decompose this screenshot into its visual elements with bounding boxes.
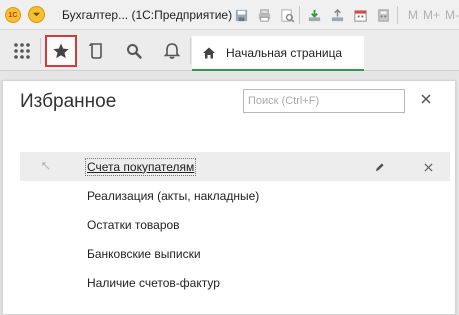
list-item-label[interactable]: Счета покупателям <box>84 157 197 176</box>
list-item[interactable]: Счета покупателям <box>20 152 450 181</box>
calendar-button[interactable] <box>352 7 368 23</box>
upload-icon <box>331 8 343 21</box>
favorites-panel: Избранное Счета покупателям Реализация (… <box>2 80 456 315</box>
printer-icon <box>258 8 270 22</box>
pin-button[interactable] <box>40 160 52 172</box>
toolbar-divider <box>397 6 398 24</box>
memory-minus-button[interactable]: M- <box>445 8 459 22</box>
list-item[interactable]: Реализация (акты, накладные) <box>20 181 450 210</box>
pencil-icon <box>375 162 384 171</box>
window-title: Бухгалтер... (1С:Предприятие) <box>62 8 233 22</box>
list-item[interactable]: Наличие счетов-фактур <box>20 268 450 297</box>
list-item-label[interactable]: Наличие счетов-фактур <box>87 276 220 290</box>
chevron-down-icon <box>32 12 41 17</box>
list-item-label[interactable]: Банковские выписки <box>87 247 201 261</box>
memory-plus-button[interactable]: M+ <box>423 8 440 22</box>
preview-icon <box>280 8 295 23</box>
section-toolbar: Начальная страница <box>0 30 459 71</box>
list-item-label[interactable]: Остатки товаров <box>87 218 180 232</box>
bell-icon <box>163 43 181 59</box>
calculator-icon <box>377 8 389 22</box>
calendar-icon <box>353 9 367 22</box>
search-button[interactable] <box>121 38 147 64</box>
tab-home-label: Начальная страница <box>226 45 343 60</box>
star-icon <box>53 43 69 59</box>
preview-button[interactable] <box>279 7 295 23</box>
toolbar-divider <box>299 6 300 24</box>
grid-icon <box>14 43 30 59</box>
tab-home[interactable]: Начальная страница <box>192 36 364 71</box>
close-icon <box>423 162 433 172</box>
print-button[interactable] <box>256 7 272 23</box>
toolbar-divider <box>40 38 41 64</box>
home-icon <box>203 47 215 58</box>
upload-button[interactable] <box>329 7 345 23</box>
download-icon <box>308 9 320 21</box>
main-menu-button[interactable] <box>28 6 45 23</box>
notifications-button[interactable] <box>159 38 185 64</box>
pin-icon <box>41 161 50 170</box>
remove-button[interactable] <box>422 161 434 173</box>
download-button[interactable] <box>306 7 322 23</box>
app-logo: 1С <box>5 7 21 23</box>
list-item[interactable]: Остатки товаров <box>20 210 450 239</box>
save-button[interactable] <box>233 7 249 23</box>
toolbar-divider <box>190 38 191 64</box>
panel-title: Избранное <box>20 91 117 112</box>
list-item-label[interactable]: Реализация (акты, накладные) <box>87 189 259 203</box>
close-panel-button[interactable] <box>419 92 433 106</box>
title-bar: 1С Бухгалтер... (1С:Предприятие) M M+ M- <box>0 0 459 30</box>
calculator-button[interactable] <box>375 7 391 23</box>
history-button[interactable] <box>84 38 110 64</box>
search-input[interactable] <box>243 89 405 113</box>
favorites-button[interactable] <box>45 35 77 67</box>
favorites-list: Счета покупателям Реализация (акты, накл… <box>20 152 450 297</box>
search-icon <box>127 44 142 59</box>
edit-button[interactable] <box>373 161 385 173</box>
list-item[interactable]: Банковские выписки <box>20 239 450 268</box>
save-icon <box>235 9 247 21</box>
close-icon <box>421 94 431 104</box>
history-icon <box>89 43 102 59</box>
sections-menu-button[interactable] <box>9 38 35 64</box>
memory-button[interactable]: M <box>408 8 418 22</box>
